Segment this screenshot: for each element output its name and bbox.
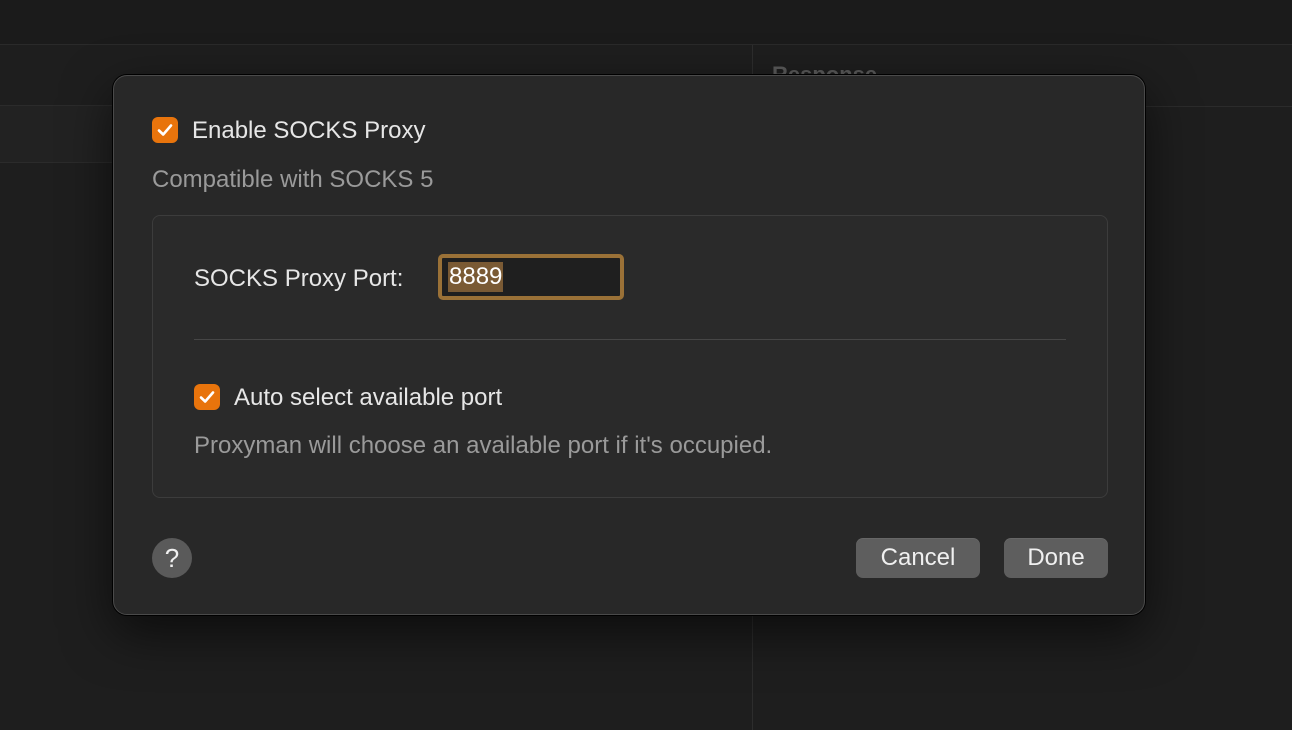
socks-proxy-dialog: Enable SOCKS Proxy Compatible with SOCKS… xyxy=(113,75,1145,615)
socks-port-label: SOCKS Proxy Port: xyxy=(194,265,404,292)
compatibility-subtitle: Compatible with SOCKS 5 xyxy=(152,166,434,193)
cancel-button[interactable]: Cancel xyxy=(856,538,980,578)
socks-port-input[interactable]: 8889 xyxy=(438,254,624,300)
help-button[interactable]: ? xyxy=(152,538,192,578)
port-value-selected: 8889 xyxy=(448,262,504,292)
checkmark-icon xyxy=(199,391,215,403)
checkmark-icon xyxy=(157,124,173,136)
auto-select-port-checkbox[interactable] xyxy=(194,384,220,410)
auto-select-port-label[interactable]: Auto select available port xyxy=(234,384,502,412)
enable-socks-proxy-checkbox[interactable] xyxy=(152,117,178,143)
toolbar xyxy=(0,0,1292,45)
settings-group-box: SOCKS Proxy Port: 8889 Auto select avail… xyxy=(152,215,1108,498)
enable-socks-proxy-label[interactable]: Enable SOCKS Proxy xyxy=(192,117,425,145)
section-divider xyxy=(194,339,1066,340)
auto-select-description: Proxyman will choose an available port i… xyxy=(194,432,773,459)
done-button[interactable]: Done xyxy=(1004,538,1108,578)
